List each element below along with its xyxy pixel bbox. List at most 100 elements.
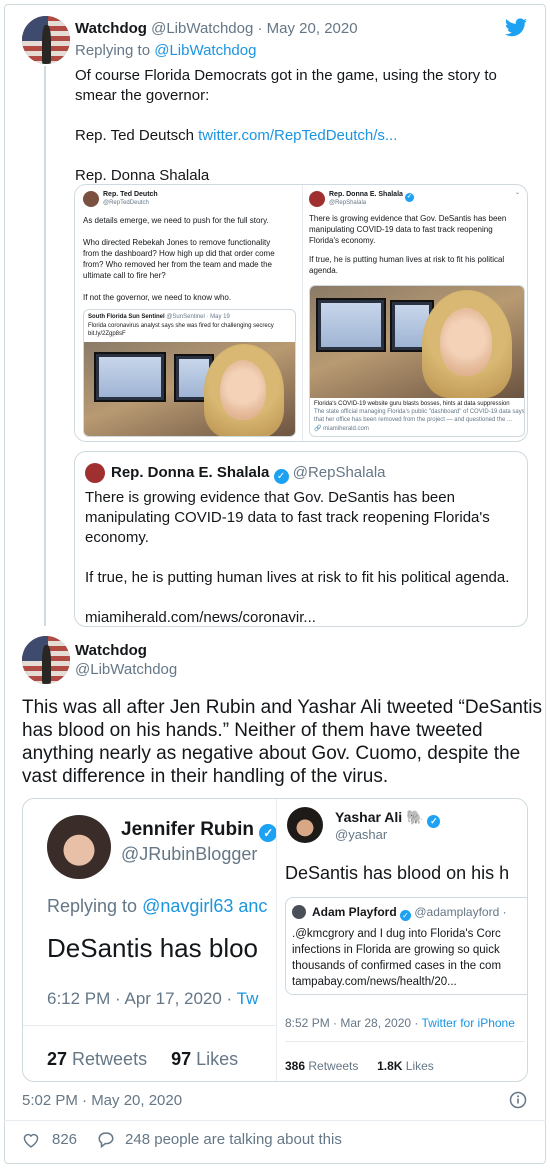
footer-actions: 826 248 people are talking about this [22, 1131, 342, 1148]
link-card-domain: 🔗 miamiherald.com [314, 426, 369, 432]
tweet1-line: smear the governor: [75, 87, 210, 104]
playford-text: .@kmcgrory and I dug into Florida's Corc… [292, 928, 502, 988]
heart-icon [23, 1133, 39, 1148]
rubin-replying: Replying to @navgirl63 anc [47, 896, 268, 916]
image-right-panel: Rep. Donna E. Shalala ✓ @RepShalala ⌄ Th… [302, 185, 527, 441]
tweet1-date[interactable]: · May 20, 2020 [253, 20, 358, 37]
rebekah-jones-photo [84, 342, 295, 436]
shalala-mini-line: Florida's economy. [309, 236, 376, 245]
tweet2-line: vast difference in their handling of the… [22, 766, 389, 787]
shalala-avatar[interactable] [85, 463, 105, 483]
like-count: 826 [52, 1131, 78, 1148]
shalala-mini-line: agenda. [309, 266, 338, 275]
twitter-bird-icon[interactable] [505, 18, 527, 37]
sunsentinel-link: bit.ly/2Zgp8sF [88, 331, 126, 337]
deutch-handle: @RepTedDeutch [103, 200, 149, 206]
shalala-mini-avatar [309, 191, 325, 207]
quoted-line: There is growing evidence that Gov. DeSa… [85, 489, 455, 506]
watchdog-avatar-2[interactable] [22, 636, 70, 684]
shalala-mini-line: If true, he is putting human lives at ri… [309, 255, 505, 264]
tweet1-rep1-label: Rep. Ted Deutsch [75, 127, 199, 144]
sunsentinel-handle: @SunSentinel · May 19 [166, 314, 230, 320]
rebekah-jones-photo-2 [310, 286, 524, 398]
deutch-quoted-tweet: South Florida Sun Sentinel @SunSentinel … [83, 309, 296, 437]
info-icon[interactable] [509, 1091, 527, 1109]
shalala-mini-text: There is growing evidence that Gov. DeSa… [309, 213, 506, 276]
deutch-text: As details emerge, we need to push for t… [83, 215, 275, 303]
yashar-stats: 386 Retweets 1.8K Likes [285, 1059, 434, 1073]
thread-line [44, 66, 46, 626]
yashar-screenshot: Yashar Ali 🐘 ✓ @yashar DeSantis has bloo… [277, 799, 527, 1081]
tweet1-rep1-link[interactable]: twitter.com/RepTedDeutch/s... [198, 127, 397, 144]
shalala-link-card: Florida's COVID-19 website guru blasts b… [309, 285, 525, 437]
tweet2-line: anything nearly as negative about Gov. C… [22, 743, 521, 764]
tweet1-line: Of course Florida Democrats got in the g… [75, 67, 497, 84]
deutch-text-line: from the dashboard? How high up did that… [83, 249, 275, 258]
yashar-text: DeSantis has blood on his h [285, 863, 510, 883]
rubin-screenshot: Jennifer Rubin ✓ @JRubinBlogger Replying… [23, 799, 277, 1081]
deutch-text-line: If not the governor, we need to know who… [83, 293, 232, 302]
rubin-stats: 27 Retweets 97 Likes [47, 1049, 239, 1069]
watchdog-avatar[interactable] [22, 16, 70, 64]
quoted-author-handle[interactable]: @RepShalala [293, 464, 386, 481]
yashar-quoted-tweet: Adam Playford ✓ @adamplayford · .@kmcgro… [285, 897, 527, 995]
deutch-avatar [83, 191, 99, 207]
playford-avatar [292, 905, 306, 919]
tweet1-author-handle[interactable]: @LibWatchdog [151, 20, 253, 37]
yashar-name: Yashar Ali 🐘 ✓ [335, 809, 441, 828]
replying-prefix: Replying to [75, 42, 155, 59]
tweet2-line: has blood on his hands.” Neither of them… [22, 720, 483, 741]
talking-count: 248 people are talking about this [125, 1131, 342, 1148]
quoted-line: If true, he is putting human lives at ri… [85, 569, 510, 586]
image-left-panel: Rep. Ted Deutch @RepTedDeutch As details… [75, 185, 302, 441]
quoted-body: There is growing evidence that Gov. DeSa… [85, 488, 510, 626]
tweet1-rep2-label: Rep. Donna Shalala [75, 167, 210, 184]
yashar-time: 8:52 PM · Mar 28, 2020 · Twitter for iPh… [285, 1016, 515, 1030]
shalala-mini-line: manipulating COVID-19 data to fast track… [309, 225, 493, 234]
tweet2-author-handle[interactable]: @LibWatchdog [75, 661, 177, 678]
quoted-line: economy. [85, 529, 149, 546]
tweet2-author-name[interactable]: Watchdog [75, 642, 147, 659]
rubin-name: Jennifer Rubin ✓ [121, 819, 276, 842]
deutch-text-line: Who directed Rebekah Jones to remove fun… [83, 238, 271, 247]
footer-divider [4, 1120, 546, 1121]
quoted-link[interactable]: miamiherald.com/news/coronavir... [85, 608, 509, 626]
yashar-avatar [287, 807, 323, 843]
tweet1-body: Of course Florida Democrats got in the g… [75, 66, 497, 186]
like-button[interactable]: 826 [22, 1131, 77, 1148]
sunsentinel-text: Florida coronavirus analyst says she was… [88, 323, 274, 329]
quoted-line: manipulating COVID-19 data to fast track… [85, 509, 490, 526]
tweet2-line: This was all after Jen Rubin and Yashar … [22, 697, 542, 718]
link-card-desc: that her office has been removed from th… [314, 417, 513, 423]
sunsentinel-name: South Florida Sun Sentinel [88, 314, 165, 320]
quoted-tweet-card[interactable]: Rep. Donna E. Shalala ✓ @RepShalala Ther… [74, 451, 528, 627]
rubin-divider [23, 1025, 276, 1026]
more-icon: ⌄ [515, 190, 521, 196]
link-card-title: Florida's COVID-19 website guru blasts b… [314, 401, 510, 407]
verified-badge-icon: ✓ [273, 469, 289, 484]
tweet1-header: Watchdog @LibWatchdog · May 20, 2020 [75, 20, 358, 37]
deutch-text-line: As details emerge, we need to push for t… [83, 216, 269, 225]
deutch-text-line: from? Who removed her from the team and … [83, 260, 272, 269]
replying-to-link[interactable]: @LibWatchdog [154, 42, 256, 59]
tweet2-image-card[interactable]: Jennifer Rubin ✓ @JRubinBlogger Replying… [22, 798, 528, 1082]
rubin-handle: @JRubinBlogger [121, 844, 258, 864]
yashar-divider [285, 1041, 525, 1042]
tweet-timestamp[interactable]: 5:02 PM · May 20, 2020 [22, 1092, 182, 1109]
yashar-handle: @yashar [335, 827, 388, 842]
tweet1-image-card[interactable]: Rep. Ted Deutch @RepTedDeutch As details… [74, 184, 528, 442]
playford-header: Adam Playford ✓ @adamplayford · [312, 905, 507, 921]
tweet2-body: This was all after Jen Rubin and Yashar … [22, 696, 542, 788]
quoted-header: Rep. Donna E. Shalala ✓ @RepShalala [111, 464, 386, 484]
rubin-avatar [47, 815, 111, 879]
rubin-text: DeSantis has bloo [47, 933, 259, 963]
quoted-author-name[interactable]: Rep. Donna E. Shalala [111, 464, 269, 481]
link-card-desc: The state official managing Florida's pu… [314, 409, 525, 415]
shalala-mini-line: There is growing evidence that Gov. DeSa… [309, 214, 507, 223]
rubin-time: 6:12 PM · Apr 17, 2020 · Tw [47, 989, 259, 1008]
tweet1-author-name[interactable]: Watchdog [75, 20, 147, 37]
tweet1-replying: Replying to @LibWatchdog [75, 42, 256, 59]
conversation-button[interactable]: 248 people are talking about this [97, 1131, 342, 1148]
deutch-text-line: ultimate call to fire her? [83, 271, 166, 280]
reply-bubble-icon [98, 1132, 114, 1148]
